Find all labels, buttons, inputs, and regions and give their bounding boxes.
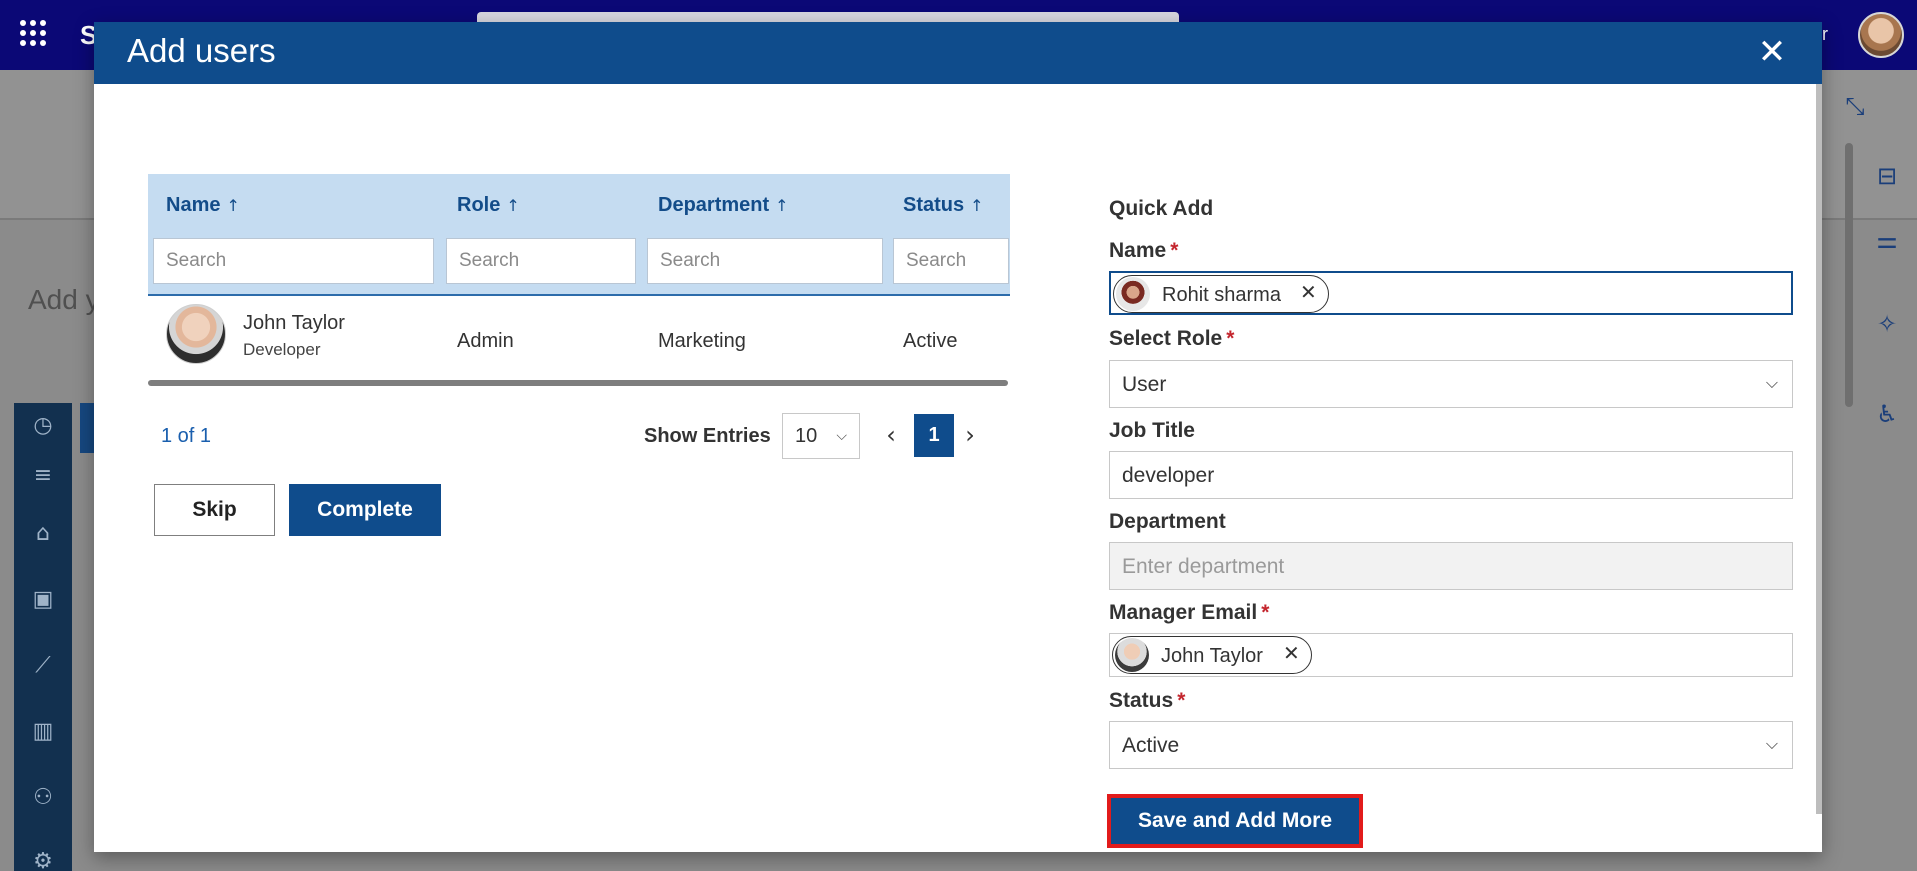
table-header: Name ↑ Role ↑ Department ↑ Status ↑ <box>148 174 1010 296</box>
page-count: 1 of 1 <box>161 425 212 447</box>
remove-manager-icon[interactable]: ✕ <box>1283 641 1300 665</box>
sliders-icon[interactable]: ⚌ <box>1870 226 1904 254</box>
job-title-label: Job Title <box>1109 419 1195 442</box>
chevron-down-icon: ⌵ <box>836 428 847 444</box>
row-status: Active <box>903 330 958 352</box>
name-search-input[interactable] <box>153 238 434 284</box>
avatar <box>1115 638 1149 672</box>
department-input[interactable]: Enter department <box>1109 542 1793 590</box>
menu-icon[interactable]: ≡ <box>14 463 72 488</box>
app-page-heading: Add y <box>28 284 100 315</box>
dialog-title: Add users <box>127 32 276 69</box>
add-users-dialog: Add users ✕ Name ↑ Role ↑ Department ↑ Stat… <box>94 22 1822 852</box>
sparkle-icon[interactable]: ✧ <box>1870 310 1904 338</box>
bar-chart-icon[interactable]: ▥ <box>14 719 72 744</box>
select-role-label: Select Role * <box>1109 327 1235 350</box>
app-launcher-icon[interactable] <box>20 20 46 46</box>
selected-manager-pill: John Taylor ✕ <box>1112 636 1312 674</box>
chevron-down-icon: ⌵ <box>1765 734 1778 753</box>
users-table: Name↑ Role↑ Department↑ Status↑ John Tay… <box>148 174 1010 380</box>
sort-arrow-icon: ↑ <box>226 196 240 215</box>
table-row[interactable]: John Taylor Developer Admin Marketing Ac… <box>148 296 1010 380</box>
show-entries-label: Show Entries <box>644 425 771 447</box>
selected-person-name: Rohit sharma <box>1162 284 1281 306</box>
job-title-input[interactable]: developer <box>1109 451 1793 499</box>
column-header-status[interactable]: Status ↑ <box>903 194 984 217</box>
skip-button[interactable]: Skip <box>154 484 275 536</box>
column-header-role[interactable]: Role ↑ <box>457 194 520 217</box>
role-select-value: User <box>1122 373 1167 396</box>
sort-arrow-icon: ↑ <box>506 196 520 215</box>
collapse-icon[interactable]: ⤡ <box>1838 92 1872 120</box>
status-label: Status * <box>1109 689 1186 712</box>
complete-button[interactable]: Complete <box>289 484 441 536</box>
chevron-down-icon: ⌵ <box>1765 373 1778 392</box>
gear-icon[interactable]: ⚙ <box>14 849 72 871</box>
entries-select[interactable]: 10 ⌵ <box>782 413 860 459</box>
row-user-title: Developer <box>243 340 321 359</box>
status-search-input[interactable] <box>893 238 1009 284</box>
row-department: Marketing <box>658 330 746 352</box>
row-role: Admin <box>457 330 514 352</box>
app-side-rail: ◷ ≡ ⌂ ▣ ⟋ ▥ ⚇ ⚙ <box>14 403 72 871</box>
sort-arrow-icon: ↑ <box>970 196 984 215</box>
user-avatar[interactable] <box>1858 12 1904 58</box>
sort-arrow-icon: ↑ <box>775 196 789 215</box>
manager-email-label: Manager Email * <box>1109 601 1270 624</box>
selected-manager-name: John Taylor <box>1161 645 1263 667</box>
clipboard-icon[interactable]: ▣ <box>14 587 72 612</box>
previous-page-icon[interactable]: ‹ <box>875 418 907 452</box>
accessibility-icon[interactable]: ♿ <box>1870 400 1904 428</box>
page-scrollbar[interactable] <box>1845 143 1853 407</box>
briefcase-icon[interactable]: ⊟ <box>1870 162 1904 190</box>
next-page-icon[interactable]: › <box>954 418 986 452</box>
user-settings-icon[interactable]: ⚇ <box>14 785 72 810</box>
role-select[interactable]: User ⌵ <box>1109 360 1793 408</box>
name-label: Name * <box>1109 239 1179 262</box>
job-title-value: developer <box>1122 464 1215 487</box>
dialog-header: Add users ✕ <box>94 22 1822 84</box>
column-header-department[interactable]: Department ↑ <box>658 194 789 217</box>
close-icon[interactable]: ✕ <box>1749 29 1795 75</box>
row-user-name: John Taylor <box>243 312 345 334</box>
clock-icon[interactable]: ◷ <box>14 413 72 438</box>
quick-add-title: Quick Add <box>1109 197 1214 220</box>
home-icon[interactable]: ⌂ <box>14 521 72 546</box>
name-picker-field[interactable]: Rohit sharma ✕ <box>1109 271 1793 315</box>
manager-picker-field[interactable]: John Taylor ✕ <box>1109 633 1793 677</box>
dialog-scrollbar[interactable] <box>1816 84 1822 814</box>
avatar <box>166 304 226 364</box>
current-page-button[interactable]: 1 <box>914 414 954 457</box>
department-label: Department <box>1109 510 1226 533</box>
avatar <box>1116 277 1150 311</box>
department-search-input[interactable] <box>647 238 883 284</box>
line-chart-icon[interactable]: ⟋ <box>14 653 72 678</box>
remove-person-icon[interactable]: ✕ <box>1300 280 1317 304</box>
table-horizontal-scrollbar[interactable] <box>148 380 1008 386</box>
status-select[interactable]: Active ⌵ <box>1109 721 1793 769</box>
save-and-add-more-button[interactable]: Save and Add More <box>1107 794 1363 848</box>
department-placeholder: Enter department <box>1122 555 1285 578</box>
selected-person-pill: Rohit sharma ✕ <box>1113 275 1329 313</box>
column-header-name[interactable]: Name ↑ <box>166 194 240 217</box>
role-search-input[interactable] <box>446 238 636 284</box>
status-select-value: Active <box>1122 734 1180 757</box>
